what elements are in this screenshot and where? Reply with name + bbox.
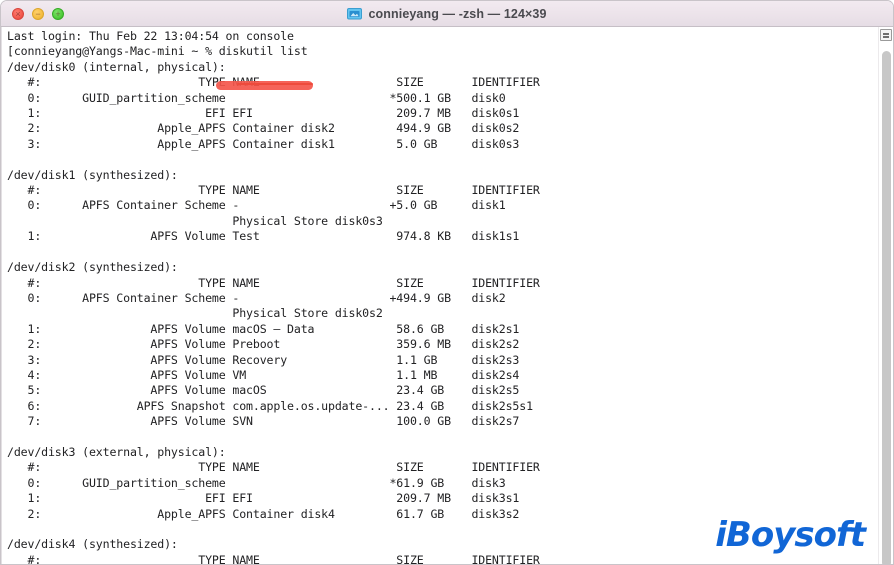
- minimize-button[interactable]: −: [32, 8, 44, 20]
- minimize-icon: −: [35, 8, 41, 19]
- red-underline-annotation: [237, 83, 313, 85]
- maximize-icon: +: [55, 8, 61, 19]
- screenshot-root: × − + connieyang — -zsh — 124×39 Last lo…: [0, 0, 894, 565]
- folder-icon: [347, 7, 363, 20]
- close-icon: ×: [15, 8, 21, 19]
- maximize-button[interactable]: +: [52, 8, 64, 20]
- terminal-body[interactable]: Last login: Thu Feb 22 13:04:54 on conso…: [1, 27, 893, 564]
- window-title: connieyang — -zsh — 124×39: [368, 6, 547, 21]
- scrollbar-thumb[interactable]: [882, 51, 891, 564]
- window-title-group: connieyang — -zsh — 124×39: [347, 7, 546, 21]
- vertical-scrollbar[interactable]: [878, 27, 893, 564]
- window-controls: × − +: [12, 1, 64, 27]
- terminal-window: × − + connieyang — -zsh — 124×39 Last lo…: [0, 0, 894, 565]
- close-button[interactable]: ×: [12, 8, 24, 20]
- window-titlebar: × − + connieyang — -zsh — 124×39: [1, 1, 893, 27]
- terminal-output: Last login: Thu Feb 22 13:04:54 on conso…: [7, 29, 540, 564]
- scroll-marker-icon[interactable]: [880, 29, 892, 41]
- iboysoft-watermark: iBoysoft: [715, 515, 866, 555]
- terminal-left-gutter: [1, 27, 2, 564]
